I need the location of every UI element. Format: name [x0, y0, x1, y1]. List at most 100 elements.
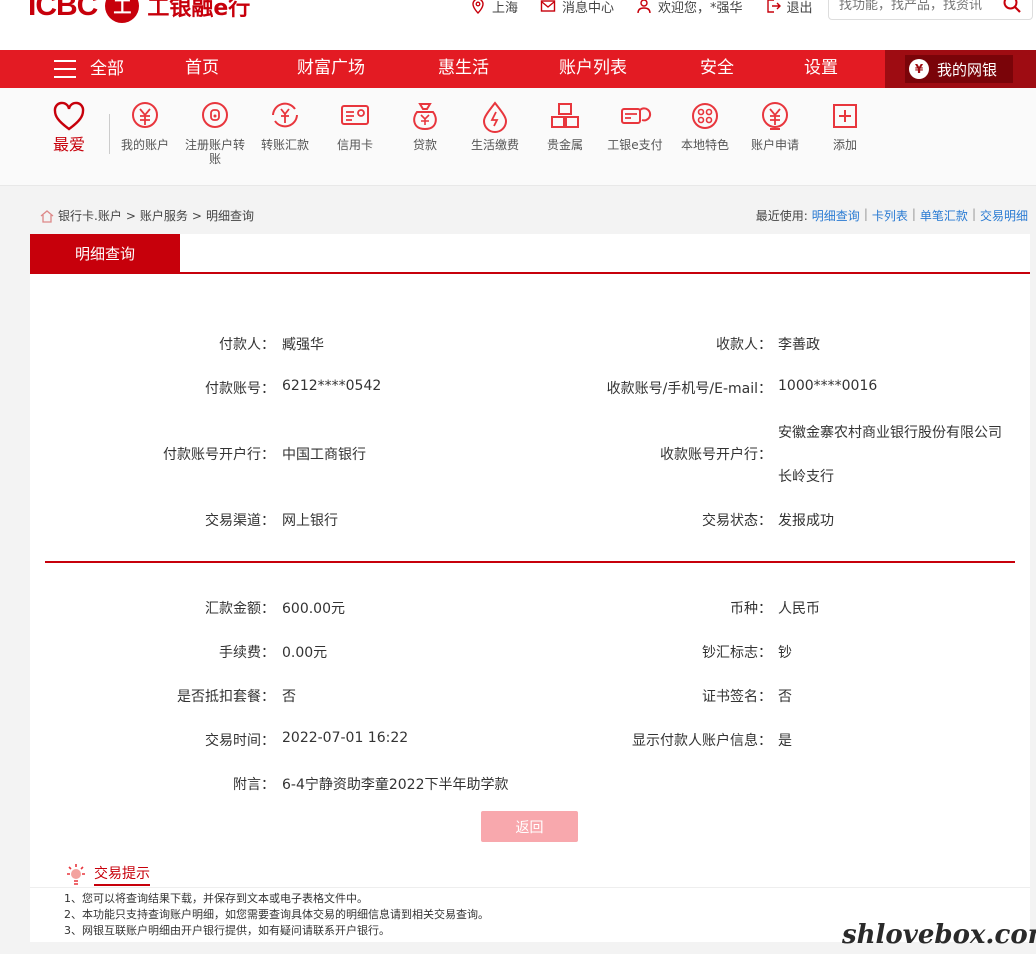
recent-link-detail-query[interactable]: 明细查询	[812, 207, 860, 224]
my-bank-button[interactable]: ¥ 我的网银	[905, 55, 1013, 83]
payer-account-value: 6212****0542	[282, 378, 382, 394]
quick-add[interactable]: 添加	[810, 100, 880, 152]
channel-value: 网上银行	[282, 513, 338, 529]
back-button[interactable]: 返回	[481, 811, 578, 842]
hamburger-icon	[54, 60, 76, 78]
user-icon	[637, 0, 651, 14]
payee-account-label: 收款账号/手机号/E-mail：	[606, 381, 772, 397]
recent-link-single-remit[interactable]: 单笔汇款	[920, 207, 968, 224]
nav-account-list[interactable]: 账户列表	[559, 50, 627, 88]
location-pin-icon	[472, 0, 484, 14]
nav-security[interactable]: 安全	[700, 50, 734, 88]
time-value: 2022-07-01 16:22	[282, 730, 409, 746]
quick-favorite[interactable]: 最爱	[34, 100, 104, 154]
payer-account-label: 付款账号：	[205, 381, 275, 397]
nav-all-label: 全部	[90, 59, 124, 79]
logout-label: 退出	[786, 0, 813, 16]
quick-local-feature[interactable]: 本地特色	[670, 100, 740, 152]
show-payer-label: 显示付款人账户信息：	[632, 733, 772, 749]
search-icon[interactable]	[1002, 0, 1022, 14]
quick-e-pay[interactable]: 工银e支付	[600, 100, 670, 152]
breadcrumb-sep: >	[125, 208, 136, 223]
note-value: 6-4宁静资助李童2022下半年助学款	[282, 777, 509, 793]
location-link[interactable]: 上海	[470, 0, 518, 16]
search-box	[828, 0, 1033, 20]
quick-precious-metal[interactable]: 贵金属	[530, 100, 600, 152]
search-input[interactable]	[839, 0, 999, 15]
nav-all-menu[interactable]: 全部	[54, 50, 124, 88]
currency-value: 人民币	[778, 601, 820, 617]
breadcrumb-item-card-account[interactable]: 银行卡.账户	[58, 207, 122, 224]
quick-label: 我的账户	[120, 138, 169, 152]
tab-bar: 明细查询	[30, 234, 1030, 274]
package-value: 否	[282, 689, 296, 705]
payer-bank-value: 中国工商银行	[282, 447, 366, 463]
quick-access-bar: 最爱 我的账户 注册账户转账 转账汇款 信用卡 贷款 生活缴费 贵金属 工银e支…	[0, 88, 1036, 186]
payee-bank-value-line2: 长岭支行	[778, 469, 834, 485]
quick-loan[interactable]: 贷款	[390, 100, 460, 152]
messages-label: 消息中心	[562, 0, 615, 16]
nav-settings[interactable]: 设置	[804, 50, 838, 88]
nav-life[interactable]: 惠生活	[438, 50, 489, 88]
recent-sep: |	[971, 207, 976, 221]
location-label: 上海	[492, 0, 519, 16]
tips-header: 交易提示	[64, 862, 150, 886]
cash-flag-value: 钞	[778, 645, 792, 661]
messages-link[interactable]: 消息中心	[540, 0, 614, 16]
user-welcome[interactable]: 欢迎您，*强华	[636, 0, 743, 16]
home-icon[interactable]	[40, 209, 54, 223]
quick-label: 注册账户转账	[184, 138, 245, 166]
loan-bag-icon	[413, 103, 437, 131]
quick-account-apply[interactable]: 账户申请	[740, 100, 810, 152]
quick-register-transfer[interactable]: 注册账户转账	[180, 100, 250, 166]
status-label: 交易状态：	[702, 513, 772, 529]
quick-label: 转账汇款	[260, 138, 309, 152]
tips-divider	[30, 887, 1030, 888]
register-transfer-icon	[202, 102, 228, 128]
tip-item: 2、本功能只支持查询账户明细，如您需要查询具体交易的明细信息请到相关交易查询。	[64, 908, 489, 921]
payee-label: 收款人：	[716, 337, 772, 353]
quick-label: 工银e支付	[607, 138, 663, 152]
my-bank-label: 我的网银	[937, 60, 998, 79]
quick-credit-card[interactable]: 信用卡	[320, 100, 390, 152]
quick-my-account[interactable]: 我的账户	[110, 100, 180, 152]
tips-list: 1、您可以将查询结果下载，并保存到文本或电子表格文件中。 2、本功能只支持查询账…	[64, 891, 489, 939]
recent-link-card-list[interactable]: 卡列表	[872, 207, 908, 224]
payee-bank-value-line1: 安徽金寨农村商业银行股份有限公司	[778, 425, 1002, 441]
icbc-logo[interactable]: ICBC 工 工银融e行	[28, 0, 250, 26]
quick-label: 添加	[832, 138, 857, 152]
favorite-label: 最爱	[52, 135, 85, 154]
quick-transfer-remit[interactable]: 转账汇款	[250, 100, 320, 152]
nav-home[interactable]: 首页	[185, 50, 219, 88]
nav-wealth-square[interactable]: 财富广场	[297, 50, 365, 88]
cert-label: 证书签名：	[702, 689, 772, 705]
logo-mark-icon: 工	[105, 0, 140, 23]
status-value: 发报成功	[778, 513, 834, 529]
fee-value: 0.00元	[282, 645, 328, 661]
mail-icon	[540, 0, 556, 12]
tip-item: 1、您可以将查询结果下载，并保存到文本或电子表格文件中。	[64, 892, 368, 905]
logout-link[interactable]: 退出	[765, 0, 813, 16]
breadcrumb-item-account-service[interactable]: 账户服务	[140, 207, 188, 224]
payer-bank-label: 付款账号开户行：	[163, 447, 275, 463]
quick-utility[interactable]: 生活缴费	[460, 100, 530, 152]
package-label: 是否抵扣套餐：	[177, 689, 275, 705]
transfer-remit-icon	[272, 102, 298, 128]
quick-label: 贷款	[412, 138, 437, 152]
tips-title: 交易提示	[94, 863, 150, 886]
channel-label: 交易渠道：	[205, 513, 275, 529]
recent-sep: |	[911, 207, 916, 221]
quick-label: 信用卡	[336, 138, 373, 152]
recent-used: 最近使用: 明细查询 | 卡列表 | 单笔汇款 | 交易明细	[756, 207, 1028, 224]
main-nav: 全部 首页 财富广场 惠生活 账户列表 安全 设置 ¥ 我的网银	[0, 50, 1036, 88]
tab-detail-query[interactable]: 明细查询	[30, 234, 180, 274]
money-bag-icon: ¥	[909, 59, 929, 79]
time-label: 交易时间：	[205, 733, 275, 749]
cash-flag-label: 钞汇标志：	[702, 645, 772, 661]
quick-label: 账户申请	[750, 138, 799, 152]
recent-link-transaction-detail[interactable]: 交易明细	[980, 207, 1028, 224]
lightbulb-icon	[67, 864, 85, 885]
payer-value: 臧强华	[282, 337, 324, 353]
logo-icbc-text: ICBC	[28, 0, 98, 22]
utility-drop-icon	[482, 101, 508, 133]
